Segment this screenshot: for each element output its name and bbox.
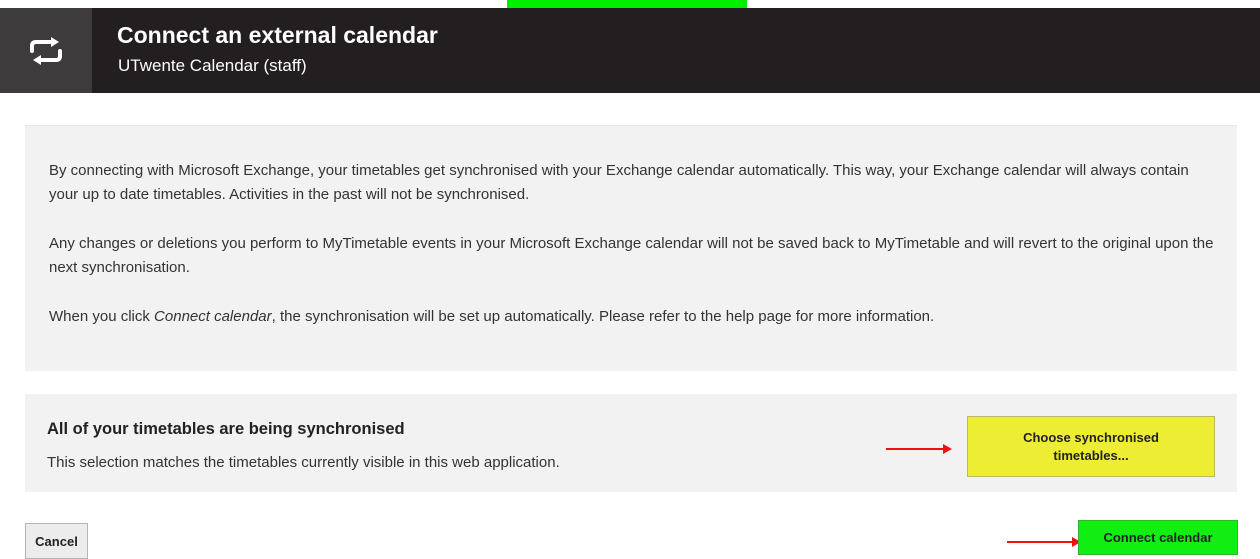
header-icon-box: [0, 8, 92, 93]
info-paragraph-changes: Any changes or deletions you perform to …: [49, 235, 1214, 276]
top-cropped-strip: [0, 0, 1260, 8]
dialog-title: Connect an external calendar: [117, 22, 438, 48]
dialog-header: Connect an external calendar UTwente Cal…: [0, 8, 1260, 93]
choose-button-label: Choose synchronised timetables...: [1023, 429, 1159, 463]
info-panel: By connecting with Microsoft Exchange, y…: [25, 125, 1237, 371]
connect-calendar-button[interactable]: Connect calendar: [1078, 520, 1238, 555]
cancel-button[interactable]: Cancel: [25, 523, 88, 559]
info-paragraph-exchange: By connecting with Microsoft Exchange, y…: [49, 162, 1189, 203]
sync-arrows-icon: [30, 36, 62, 65]
choose-synchronised-timetables-button[interactable]: Choose synchronised timetables...: [967, 416, 1215, 477]
info-paragraph-connect-italic: Connect calendar: [154, 308, 272, 325]
info-paragraph-connect-suffix: , the synchronisation will be set up aut…: [271, 308, 935, 325]
info-paragraph-connect: When you click Connect calendar, the syn…: [49, 305, 1219, 329]
info-paragraph-connect-prefix: When you click: [49, 308, 155, 325]
cropped-highlight: [507, 0, 747, 8]
dialog-subtitle: UTwente Calendar (staff): [118, 56, 307, 75]
sync-panel: All of your timetables are being synchro…: [25, 394, 1237, 492]
sync-status-description: This selection matches the timetables cu…: [47, 454, 560, 471]
sync-status-title: All of your timetables are being synchro…: [47, 420, 405, 438]
annotation-arrow-connect: [1007, 537, 1081, 547]
annotation-arrow-choose: [886, 444, 952, 454]
